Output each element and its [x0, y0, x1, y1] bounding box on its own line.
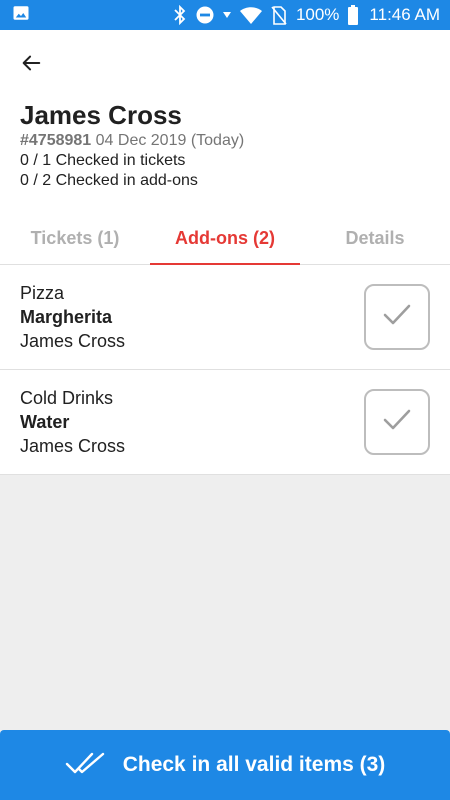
order-header: James Cross #4758981 04 Dec 2019 (Today)… [0, 100, 450, 191]
image-icon [12, 4, 30, 27]
list-item: Pizza Margherita James Cross [0, 265, 450, 370]
wifi-icon [239, 6, 262, 24]
double-check-icon [65, 751, 105, 780]
app-bar [0, 30, 450, 100]
battery-icon [348, 5, 359, 25]
item-details: Cold Drinks Water James Cross [20, 386, 364, 458]
item-name: Margherita [20, 307, 113, 327]
tab-add-ons[interactable]: Add-ons (2) [150, 213, 300, 265]
content: James Cross #4758981 04 Dec 2019 (Today)… [0, 30, 450, 475]
order-number: #4758981 [20, 132, 92, 149]
item-category: Cold Drinks [20, 388, 114, 408]
do-not-disturb-icon [196, 6, 214, 24]
item-holder: James Cross [20, 436, 126, 456]
item-name: Water [20, 412, 70, 432]
clock: 11:46 AM [369, 5, 440, 24]
check-icon [382, 408, 412, 437]
check-in-all-button[interactable]: Check in all valid items (3) [0, 730, 450, 800]
tab-tickets[interactable]: Tickets (1) [0, 213, 150, 264]
item-holder: James Cross [20, 331, 126, 351]
bluetooth-icon [173, 5, 187, 25]
list-item: Cold Drinks Water James Cross [0, 370, 450, 475]
tickets-status: 0 / 1 Checked in tickets [20, 152, 186, 169]
status-bar: 100% 11:46 AM [0, 0, 450, 30]
arrow-back-icon [20, 52, 42, 79]
order-meta: #4758981 04 Dec 2019 (Today) [20, 131, 430, 151]
battery-percent: 100% [295, 5, 340, 24]
check-in-button[interactable] [364, 284, 430, 350]
customer-name: James Cross [20, 100, 182, 130]
check-icon [382, 303, 412, 332]
no-sim-icon [271, 5, 287, 25]
order-date: 04 Dec 2019 (Today) [95, 132, 245, 149]
tab-details[interactable]: Details [300, 213, 450, 264]
check-in-button[interactable] [364, 389, 430, 455]
item-category: Pizza [20, 283, 65, 303]
addons-status: 0 / 2 Checked in add-ons [20, 172, 198, 189]
check-in-all-label: Check in all valid items (3) [122, 753, 386, 776]
data-arrow-icon [222, 11, 231, 19]
item-details: Pizza Margherita James Cross [20, 281, 364, 353]
tab-bar: Tickets (1) Add-ons (2) Details [0, 213, 450, 265]
back-button[interactable] [16, 50, 46, 80]
